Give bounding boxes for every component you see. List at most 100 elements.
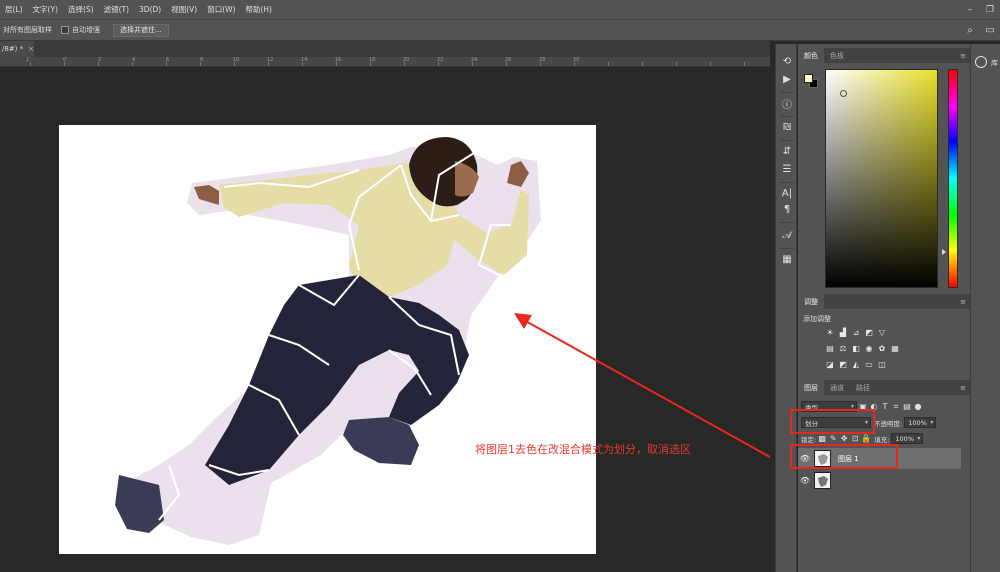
foreground-color-swatch[interactable] (804, 74, 813, 83)
panel-menu-icon[interactable]: ≡ (956, 294, 970, 309)
curves-icon[interactable]: ⊿ (851, 328, 861, 337)
color-panel-header: 颜色 色板 ≡ (798, 48, 970, 63)
brightness-icon[interactable]: ☀ (825, 328, 835, 337)
fill-label: 填充: (874, 435, 890, 444)
filter-type-icon[interactable]: T (880, 402, 890, 412)
menu-window[interactable]: 窗口(W) (202, 4, 240, 15)
exposure-icon[interactable]: ◩ (864, 328, 874, 337)
play-icon[interactable]: ▶ (778, 72, 796, 87)
restore-icon[interactable]: ❐ (980, 0, 1000, 19)
brush-icon[interactable]: ⇵ (778, 144, 796, 159)
adjustment-icons-row: ▤ ⚖ ◧ ◉ ✿ ▦ (825, 344, 903, 353)
hue-slider-handle[interactable] (942, 249, 946, 255)
auto-enhance-checkbox[interactable] (61, 26, 69, 34)
window-controls: – ❐ (960, 0, 1000, 19)
tab-color[interactable]: 颜色 (798, 48, 824, 63)
hue-slider[interactable] (948, 69, 958, 288)
adjustments-panel-header: 调整 ≡ (798, 294, 970, 309)
ruler-label: 2 (26, 57, 30, 63)
threshold-icon[interactable]: ◭ (851, 360, 861, 369)
character-style-icon[interactable]: A| (778, 186, 796, 201)
layers-panel-header: 图层 通道 路径 ≡ (798, 380, 970, 395)
lock-artboard-icon[interactable]: ⊡ (850, 434, 860, 444)
black-white-icon[interactable]: ◧ (851, 344, 861, 353)
document-tab-label: /8#) * (2, 45, 24, 53)
photoshop-window: 层(L) 文字(Y) 选择(S) 滤镜(T) 3D(D) 视图(V) 窗口(W)… (0, 0, 1000, 572)
menu-filter[interactable]: 滤镜(T) (99, 4, 134, 15)
layer-row-layer-0[interactable]: 👁 (798, 470, 961, 491)
right-panels: 颜色 色板 ≡ 调整 ≡ 添加调整 ☀ ▟ ⊿ ◩ ▽ ▤ ⚖ ◧ ◉ ✿ ▦ … (790, 44, 970, 572)
minimize-icon[interactable]: – (960, 0, 980, 19)
menu-bar: 层(L) 文字(Y) 选择(S) 滤镜(T) 3D(D) 视图(V) 窗口(W)… (0, 0, 1000, 19)
document-tab[interactable]: /8#) * × (0, 41, 34, 57)
color-picker-field[interactable] (825, 69, 938, 288)
tab-layers[interactable]: 图层 (798, 380, 824, 395)
panel-tool-strip: ⟲ ▶ ⓘ ₪ ⇵ ☰ A| ¶ 𝒜 ▦ (775, 44, 797, 572)
posterize-icon[interactable]: ◩ (838, 360, 848, 369)
filter-smart-icon[interactable]: ▤ (902, 402, 912, 412)
layer-comps-icon[interactable]: ▦ (778, 252, 796, 267)
photo-filter-icon[interactable]: ◉ (864, 344, 874, 353)
opacity-value: 100% (908, 418, 927, 427)
history-icon[interactable]: ⟲ (778, 54, 796, 69)
menu-select[interactable]: 选择(S) (63, 4, 99, 15)
channel-mixer-icon[interactable]: ✿ (877, 344, 887, 353)
select-and-mask-button[interactable]: 选择并遮住... (113, 23, 169, 37)
menu-layer[interactable]: 层(L) (0, 4, 28, 15)
levels-icon[interactable]: ▟ (838, 328, 848, 337)
horizontal-ruler: 2 0 2 4 6 8 10 12 14 16 18 20 22 24 26 2… (0, 57, 770, 67)
add-adjustment-label: 添加调整 (803, 315, 831, 323)
filter-toggle-icon[interactable]: ● (913, 402, 923, 412)
hue-saturation-icon[interactable]: ▤ (825, 344, 835, 353)
tab-swatches[interactable]: 色板 (824, 48, 850, 63)
tab-paths[interactable]: 路径 (850, 380, 876, 395)
color-picker-cursor[interactable] (840, 90, 847, 97)
libraries-strip: 库 (970, 44, 1000, 572)
lock-all-icon[interactable]: 🔒 (861, 434, 871, 444)
lock-transparent-icon[interactable]: ▩ (817, 434, 827, 444)
layer-thumbnail (814, 472, 831, 489)
gradient-map-icon[interactable]: ▭ (864, 360, 874, 369)
auto-enhance-label: 自动增强 (72, 26, 100, 34)
color-balance-icon[interactable]: ⚖ (838, 344, 848, 353)
tab-adjustments[interactable]: 调整 (798, 294, 824, 309)
fill-value: 100% (895, 434, 914, 443)
glyphs-icon[interactable]: 𝒜 (778, 228, 796, 243)
invert-icon[interactable]: ◪ (825, 360, 835, 369)
color-lookup-icon[interactable]: ▦ (890, 344, 900, 353)
menu-type[interactable]: 文字(Y) (28, 4, 63, 15)
menu-help[interactable]: 帮助(H) (240, 4, 277, 15)
library-icon[interactable] (975, 56, 987, 68)
workspace-icon[interactable]: ▭ (983, 23, 997, 37)
adjustment-icons-row: ☀ ▟ ⊿ ◩ ▽ (825, 328, 890, 337)
close-icon[interactable]: × (28, 45, 34, 53)
canvas-area[interactable]: 将图层1去色在改混合模式为划分，取消选区 (0, 67, 770, 572)
character-icon[interactable]: ₪ (778, 120, 796, 135)
lock-paint-icon[interactable]: ✎ (828, 434, 838, 444)
sample-all-layers-label[interactable]: 对所有图层取样 (0, 25, 55, 35)
fill-input[interactable]: 100% ▾ (891, 433, 924, 444)
search-icon[interactable]: ⌕ (963, 23, 977, 37)
opacity-input[interactable]: 100% ▾ (904, 417, 937, 428)
highlight-layer-1 (790, 444, 898, 469)
lock-label: 锁定: (801, 435, 817, 444)
vibrance-icon[interactable]: ▽ (877, 328, 887, 337)
paragraph-icon[interactable]: ¶ (778, 202, 796, 217)
eye-icon[interactable]: 👁 (798, 476, 812, 485)
lock-move-icon[interactable]: ✥ (839, 434, 849, 444)
panel-menu-icon[interactable]: ≡ (956, 380, 970, 395)
panel-menu-icon[interactable]: ≡ (956, 48, 970, 63)
highlight-blend-mode (790, 409, 875, 434)
annotation-arrow (514, 313, 770, 458)
document-tab-bar: /8#) * × (0, 41, 770, 57)
libraries-label[interactable]: 库 (991, 58, 998, 68)
annotation-text: 将图层1去色在改混合模式为划分，取消选区 (475, 443, 691, 456)
options-bar: 对所有图层取样 自动增强 选择并遮住... ⌕ ▭ (0, 19, 1000, 41)
menu-3d[interactable]: 3D(D) (134, 5, 166, 14)
menu-view[interactable]: 视图(V) (166, 4, 202, 15)
filter-shape-icon[interactable]: ⌗ (891, 402, 901, 412)
info-icon[interactable]: ⓘ (778, 96, 796, 111)
properties-icon[interactable]: ☰ (778, 162, 796, 177)
selective-color-icon[interactable]: ◫ (877, 360, 887, 369)
tab-channels[interactable]: 通道 (824, 380, 850, 395)
